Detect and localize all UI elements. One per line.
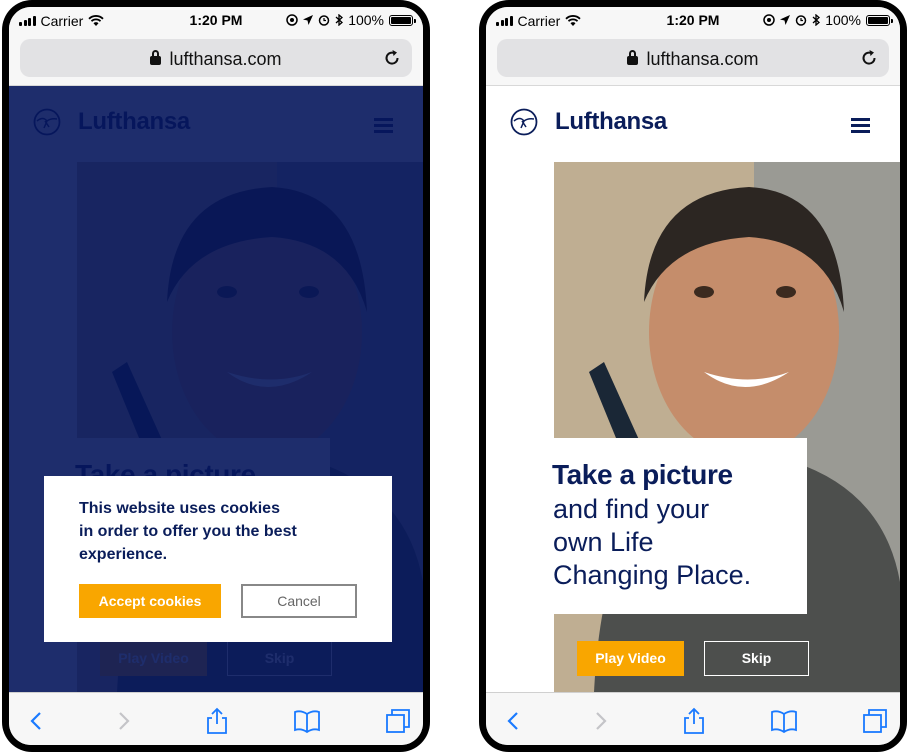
location-lock-icon [286, 14, 298, 26]
address-bar-area: lufthansa.com [486, 35, 900, 86]
reload-icon[interactable] [382, 48, 402, 68]
location-arrow-icon [303, 15, 314, 25]
url-text: lufthansa.com [646, 49, 759, 69]
tabs-icon[interactable] [384, 707, 412, 735]
forward-icon[interactable] [109, 707, 137, 735]
share-icon[interactable] [203, 707, 231, 735]
location-lock-icon [763, 14, 775, 26]
menu-icon[interactable] [851, 118, 870, 133]
page-content: Lufthansa Take a picture [486, 86, 900, 692]
address-bar[interactable]: lufthansa.com [497, 39, 889, 77]
crane-logo-icon[interactable] [510, 108, 538, 136]
bluetooth-icon [335, 14, 344, 26]
battery-percent: 100% [825, 12, 861, 28]
cookie-message-line: This website uses cookies [79, 500, 280, 517]
lock-icon [150, 50, 162, 65]
back-icon[interactable] [23, 707, 51, 735]
lock-icon [627, 50, 639, 65]
share-icon[interactable] [680, 707, 708, 735]
hero-card: Take a picture and find your own Life Ch… [552, 438, 807, 614]
alarm-icon [795, 15, 807, 26]
cookie-dialog: This website uses cookies in order to of… [44, 476, 392, 642]
bluetooth-icon [812, 14, 821, 26]
bookmarks-icon[interactable] [293, 707, 321, 735]
tabs-icon[interactable] [861, 707, 889, 735]
hero-subtitle-line: own Life [553, 527, 654, 557]
reload-icon[interactable] [859, 48, 879, 68]
brand-name[interactable]: Lufthansa [555, 108, 667, 136]
status-bar: Carrier 1:20 PM 100% [9, 7, 423, 35]
page-content: Lufthansa Take a picture [9, 86, 423, 692]
back-icon[interactable] [500, 707, 528, 735]
phone-screen: Carrier 1:20 PM 100% lufthansa.com [486, 7, 900, 745]
cancel-button[interactable]: Cancel [241, 584, 357, 618]
battery-icon [866, 14, 893, 26]
hero-subtitle-line: and find your [553, 494, 710, 524]
accept-cookies-button[interactable]: Accept cookies [79, 584, 221, 618]
hero-subtitle: and find your own Life Changing Place. [553, 493, 803, 592]
forward-icon[interactable] [586, 707, 614, 735]
site-header: Lufthansa [486, 86, 900, 162]
status-bar: Carrier 1:20 PM 100% [486, 7, 900, 35]
hero-title: Take a picture [552, 459, 733, 490]
address-bar[interactable]: lufthansa.com [20, 39, 412, 77]
browser-toolbar [9, 692, 423, 745]
phone-frame-cookie: Carrier 1:20 PM 100% lufthansa.com This … [2, 0, 430, 752]
address-bar-area: lufthansa.com [9, 35, 423, 86]
url-text: lufthansa.com [169, 49, 282, 69]
bookmarks-icon[interactable] [770, 707, 798, 735]
hero-subtitle-line: Changing Place. [553, 560, 752, 590]
browser-toolbar [486, 692, 900, 745]
cookie-message-line: experience. [79, 546, 168, 563]
play-video-button[interactable]: Play Video [577, 641, 684, 676]
battery-percent: 100% [348, 12, 384, 28]
alarm-icon [318, 15, 330, 26]
location-arrow-icon [780, 15, 791, 25]
phone-screen: Carrier 1:20 PM 100% lufthansa.com [9, 7, 423, 745]
cookie-message-line: in order to offer you the best [79, 523, 297, 540]
phone-frame-landing: Carrier 1:20 PM 100% lufthansa.com Lufth… [479, 0, 907, 752]
battery-icon [389, 14, 416, 26]
cookie-message: This website uses cookies in order to of… [79, 497, 339, 566]
skip-button[interactable]: Skip [704, 641, 809, 676]
